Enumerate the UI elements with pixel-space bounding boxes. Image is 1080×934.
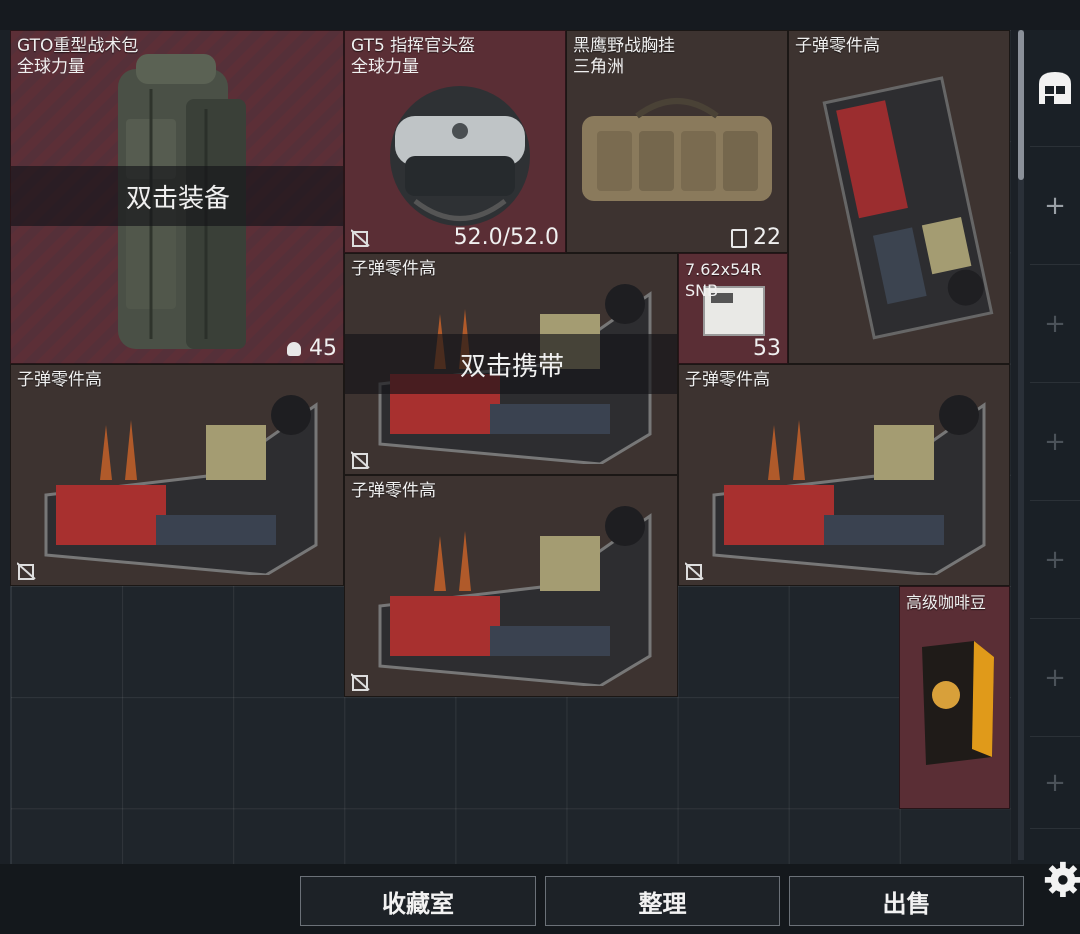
helmet-image: [390, 86, 530, 226]
item-brand: 全球力量: [17, 57, 85, 77]
item-name: 子弹零件高: [685, 370, 770, 390]
sidebar-add-slot[interactable]: +: [1030, 266, 1080, 383]
coffee-bag-image: [922, 641, 994, 765]
bullet-parts-image: [822, 76, 994, 340]
plus-icon: +: [1044, 768, 1066, 798]
plus-icon: +: [1044, 663, 1066, 693]
unlocked-icon: [351, 229, 370, 247]
item-bullet-parts[interactable]: 子弹零件高: [10, 364, 344, 586]
sidebar-add-slot[interactable]: +: [1030, 738, 1080, 829]
top-bar: [0, 0, 1080, 30]
unlocked-icon: [17, 562, 36, 580]
item-bullet-parts[interactable]: 子弹零件高: [344, 475, 678, 697]
item-bullet-parts[interactable]: 子弹零件高: [678, 364, 1010, 586]
item-coffee-beans[interactable]: 高级咖啡豆: [899, 586, 1010, 809]
carry-hint: 双击携带: [345, 334, 677, 394]
sidebar-add-slot[interactable]: +: [1030, 620, 1080, 737]
item-capacity-value: 22: [753, 225, 781, 250]
unlocked-icon: [685, 562, 704, 580]
plus-icon: +: [1044, 545, 1066, 575]
helmet-small-icon: [287, 342, 301, 356]
item-name: GTO重型战术包: [17, 36, 139, 56]
item-bullet-parts[interactable]: 双击携带 子弹零件高: [344, 253, 678, 475]
sell-button[interactable]: 出售: [789, 876, 1024, 926]
item-helmet[interactable]: GT5 指挥官头盔 全球力量 52.0/52.0: [344, 30, 566, 253]
sidebar-add-slot[interactable]: +: [1030, 384, 1080, 501]
chest-rig-image: [582, 98, 772, 201]
carry-hint-label: 双击携带: [459, 351, 564, 382]
vest-small-icon: [731, 228, 747, 248]
equip-hint-label: 双击装备: [125, 183, 230, 214]
unlocked-icon: [351, 451, 370, 469]
item-capacity: 45: [287, 336, 337, 361]
item-bullet-parts-vertical[interactable]: 子弹零件高: [788, 30, 1010, 364]
item-brand: 三角洲: [573, 57, 624, 77]
sort-button[interactable]: 整理: [545, 876, 780, 926]
item-brand: 全球力量: [351, 57, 419, 77]
bullet-parts-image: [44, 395, 318, 575]
item-name: 黑鹰野战胸挂: [573, 36, 675, 56]
item-capacity-value: 45: [309, 336, 337, 361]
sidebar-add-slot[interactable]: +: [1030, 502, 1080, 619]
bullet-parts-image: [378, 506, 652, 686]
gear-icon[interactable]: [1042, 858, 1080, 898]
item-count: 53: [753, 336, 781, 361]
sidebar-storage-tab[interactable]: [1030, 30, 1080, 147]
storage-icon: [1039, 72, 1071, 104]
item-ammo[interactable]: 7.62x54R SNB 53: [678, 253, 788, 364]
item-durability: 52.0/52.0: [453, 225, 559, 250]
unlocked-icon: [351, 673, 370, 691]
equip-hint: 双击装备: [11, 166, 343, 226]
item-name: 高级咖啡豆: [906, 593, 987, 612]
sidebar-add-slot[interactable]: +: [1030, 148, 1080, 265]
item-name: 子弹零件高: [17, 370, 102, 390]
plus-icon: +: [1044, 191, 1066, 221]
item-capacity: 22: [731, 225, 781, 250]
collection-room-button[interactable]: 收藏室: [300, 876, 536, 926]
item-name: 子弹零件高: [351, 259, 436, 279]
scrollbar-thumb[interactable]: [1018, 30, 1024, 180]
item-name: 子弹零件高: [795, 36, 880, 56]
item-name: 子弹零件高: [351, 481, 436, 501]
plus-icon: +: [1044, 427, 1066, 457]
item-subtype: SNB: [685, 281, 719, 300]
bullet-parts-image: [712, 395, 986, 575]
item-name: GT5 指挥官头盔: [351, 36, 476, 56]
item-tactical-bag[interactable]: 双击装备 GTO重型战术包 全球力量 45: [10, 30, 344, 364]
item-chest-rig[interactable]: 黑鹰野战胸挂 三角洲 22: [566, 30, 788, 253]
item-name: 7.62x54R: [685, 260, 762, 279]
plus-icon: +: [1044, 309, 1066, 339]
